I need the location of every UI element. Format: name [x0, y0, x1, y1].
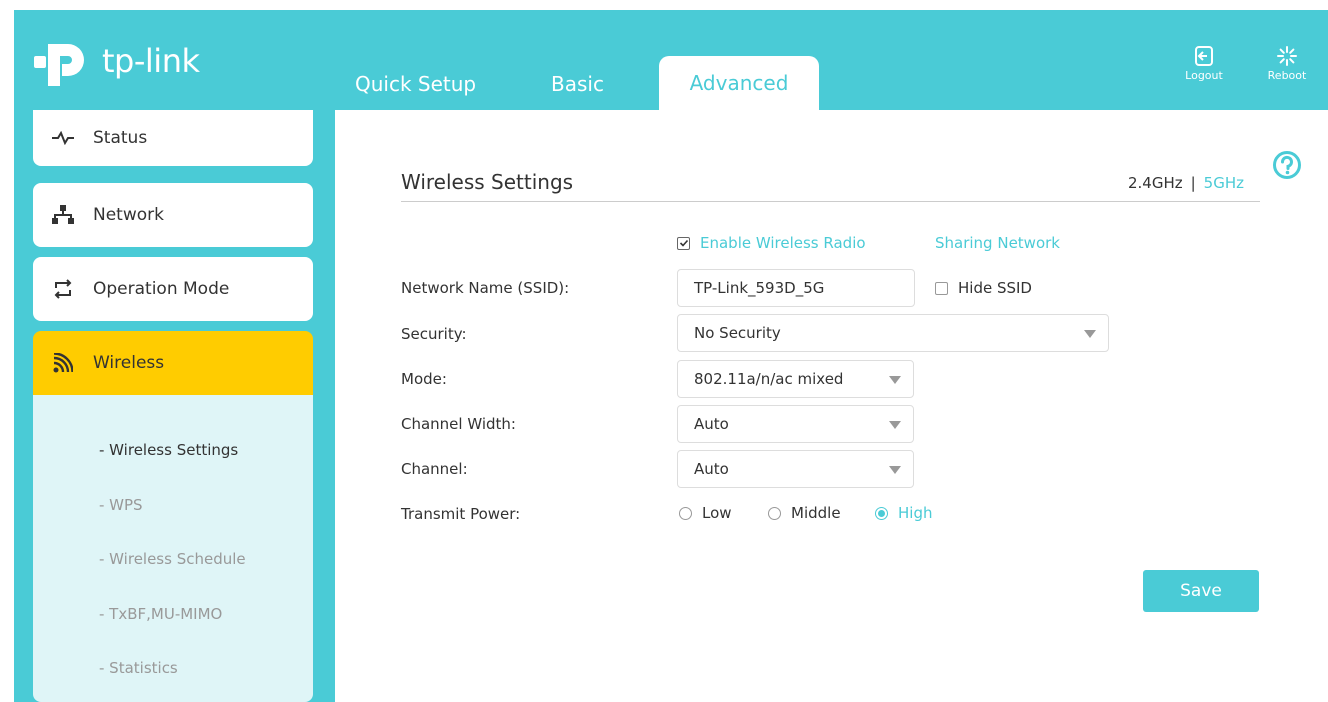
power-low-label: Low: [702, 504, 732, 522]
wifi-icon: [51, 353, 75, 373]
mode-label: Mode:: [401, 370, 447, 388]
title-divider: [401, 201, 1260, 202]
tab-advanced[interactable]: Advanced: [659, 56, 819, 110]
save-button[interactable]: Save: [1143, 570, 1259, 612]
power-low-radio[interactable]: Low: [679, 504, 732, 522]
band-separator: |: [1190, 174, 1196, 192]
page-title: Wireless Settings: [401, 170, 574, 194]
sidebar-item-wireless[interactable]: Wireless: [33, 331, 313, 395]
logout-label: Logout: [1185, 69, 1223, 82]
tp-link-logo-icon: [34, 44, 84, 86]
band-switch: 2.4GHz | 5GHz: [1128, 174, 1244, 192]
tp-link-logo: tp-link: [34, 40, 234, 90]
dropdown-arrow-icon: [1084, 330, 1096, 338]
reboot-button[interactable]: Reboot: [1267, 45, 1307, 82]
sidebar-item-status[interactable]: Status: [33, 110, 313, 166]
tab-quick-setup[interactable]: Quick Setup: [355, 72, 476, 96]
submenu-wps[interactable]: - WPS: [99, 496, 143, 514]
checkbox-unchecked-icon: [935, 281, 948, 295]
sidebar-item-label: Network: [93, 205, 164, 225]
radio-checked-icon: [875, 506, 888, 520]
sharing-network-link[interactable]: Sharing Network: [935, 234, 1060, 252]
channel-width-label: Channel Width:: [401, 415, 516, 433]
wireless-submenu: - Wireless Settings - WPS - Wireless Sch…: [33, 395, 313, 702]
brand-name: tp-link: [102, 42, 200, 80]
reboot-label: Reboot: [1267, 69, 1307, 82]
enable-wireless-label: Enable Wireless Radio: [700, 234, 866, 252]
channel-width-select[interactable]: Auto: [677, 405, 914, 443]
enable-wireless-checkbox[interactable]: Enable Wireless Radio: [677, 234, 866, 252]
ssid-label: Network Name (SSID):: [401, 279, 570, 297]
power-middle-label: Middle: [791, 504, 841, 522]
reboot-icon: [1277, 46, 1297, 66]
band-24ghz-link[interactable]: 2.4GHz: [1128, 174, 1183, 192]
dropdown-arrow-icon: [889, 466, 901, 474]
power-high-radio[interactable]: High: [875, 504, 932, 522]
ssid-input[interactable]: TP-Link_593D_5G: [677, 269, 915, 307]
hide-ssid-checkbox[interactable]: Hide SSID: [935, 279, 1032, 297]
dropdown-arrow-icon: [889, 376, 901, 384]
band-5ghz-link[interactable]: 5GHz: [1204, 174, 1244, 192]
mode-value: 802.11a/n/ac mixed: [694, 370, 844, 388]
channel-value: Auto: [694, 460, 729, 478]
sidebar-item-label: Status: [93, 128, 148, 148]
tab-basic[interactable]: Basic: [551, 72, 604, 96]
security-label: Security:: [401, 325, 467, 343]
sidebar-item-label: Wireless: [93, 353, 165, 373]
swap-icon: [51, 279, 75, 299]
logout-button[interactable]: Logout: [1184, 45, 1224, 82]
channel-width-value: Auto: [694, 415, 729, 433]
network-icon: [51, 205, 75, 225]
sidebar-item-label: Operation Mode: [93, 279, 230, 299]
checkbox-checked-icon: [677, 236, 690, 250]
help-button[interactable]: [1272, 150, 1302, 185]
sidebar-item-operation-mode[interactable]: Operation Mode: [33, 257, 313, 321]
app-frame: tp-link Quick Setup Basic Advanced Logou…: [14, 10, 1328, 702]
channel-label: Channel:: [401, 460, 468, 478]
channel-select[interactable]: Auto: [677, 450, 914, 488]
dropdown-arrow-icon: [889, 421, 901, 429]
submenu-txbf-mu-mimo[interactable]: - TxBF,MU-MIMO: [99, 605, 222, 623]
security-value: No Security: [694, 324, 781, 342]
security-select[interactable]: No Security: [677, 314, 1109, 352]
hide-ssid-label: Hide SSID: [958, 279, 1032, 297]
pulse-icon: [51, 131, 75, 145]
radio-unchecked-icon: [679, 506, 692, 520]
power-high-label: High: [898, 504, 933, 522]
help-icon: [1273, 151, 1301, 179]
logout-icon: [1195, 46, 1213, 66]
sidebar-item-network[interactable]: Network: [33, 183, 313, 247]
submenu-wireless-settings[interactable]: - Wireless Settings: [99, 441, 238, 459]
transmit-power-label: Transmit Power:: [401, 505, 521, 523]
submenu-wireless-schedule[interactable]: - Wireless Schedule: [99, 550, 246, 568]
mode-select[interactable]: 802.11a/n/ac mixed: [677, 360, 914, 398]
main-panel: Wireless Settings 2.4GHz | 5GHz Enable Wir…: [335, 110, 1328, 702]
submenu-statistics[interactable]: - Statistics: [99, 659, 178, 677]
radio-unchecked-icon: [768, 506, 781, 520]
power-middle-radio[interactable]: Middle: [768, 504, 841, 522]
